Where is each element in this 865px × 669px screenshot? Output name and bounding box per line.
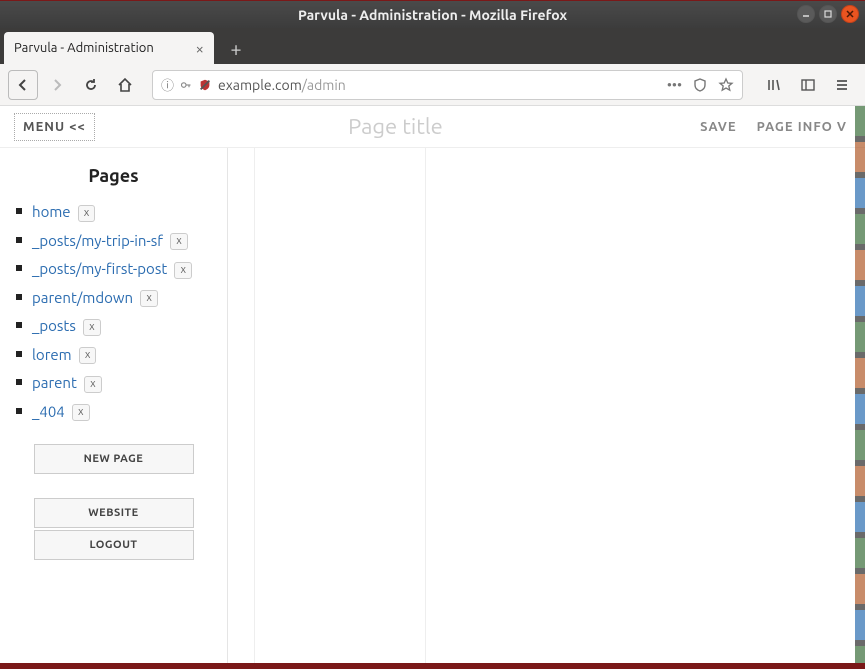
- nav-home-button[interactable]: [110, 70, 140, 100]
- logout-button[interactable]: LOGOUT: [34, 530, 194, 560]
- page-delete-button[interactable]: x: [83, 319, 101, 336]
- page-list-item: home x: [14, 198, 213, 227]
- url-bar[interactable]: ⓘ example.com/admin •••: [152, 70, 743, 100]
- sidebar: Pages home x_posts/my-trip-in-sf x_posts…: [0, 148, 228, 663]
- browser-toolbar: ⓘ example.com/admin •••: [0, 64, 865, 106]
- page-link[interactable]: parent/mdown: [32, 289, 133, 306]
- page-title-input[interactable]: Page title: [107, 114, 684, 139]
- menu-toggle-button[interactable]: MENU <<: [14, 113, 95, 141]
- tab-title: Parvula - Administration: [14, 41, 154, 55]
- page-delete-button[interactable]: x: [174, 262, 192, 279]
- key-icon: [180, 79, 192, 91]
- sidebar-toggle-icon[interactable]: [793, 70, 823, 100]
- reader-mode-icon[interactable]: [692, 77, 708, 93]
- new-tab-button[interactable]: +: [220, 32, 252, 64]
- url-text: example.com/admin: [218, 77, 346, 93]
- page-delete-button[interactable]: x: [84, 376, 102, 393]
- page-delete-button[interactable]: x: [140, 290, 158, 307]
- page-link[interactable]: lorem: [32, 346, 72, 363]
- page-actions-icon[interactable]: •••: [667, 77, 682, 93]
- window-title: Parvula - Administration - Mozilla Firef…: [298, 7, 567, 23]
- page-list-item: parent/mdown x: [14, 284, 213, 313]
- browser-tabstrip: Parvula - Administration × +: [0, 28, 865, 64]
- page-link[interactable]: _posts/my-trip-in-sf: [32, 232, 163, 249]
- page-list-item: _posts/my-first-post x: [14, 255, 213, 284]
- nav-back-button[interactable]: [8, 70, 38, 100]
- window-close-button[interactable]: [841, 5, 859, 23]
- new-page-button[interactable]: NEW PAGE: [34, 444, 194, 474]
- page-link[interactable]: home: [32, 203, 71, 220]
- app-header: MENU << Page title SAVE PAGE INFO V: [0, 106, 865, 148]
- editor-area[interactable]: [228, 148, 865, 663]
- tab-close-icon[interactable]: ×: [196, 40, 204, 57]
- browser-tab-active[interactable]: Parvula - Administration ×: [4, 32, 214, 64]
- page-list-item: parent x: [14, 369, 213, 398]
- page-link[interactable]: parent: [32, 374, 77, 391]
- pages-list: home x_posts/my-trip-in-sf x_posts/my-fi…: [14, 198, 213, 426]
- page-delete-button[interactable]: x: [79, 347, 97, 364]
- window-maximize-button[interactable]: [819, 5, 837, 23]
- page-list-item: _404 x: [14, 398, 213, 427]
- nav-forward-button[interactable]: [42, 70, 72, 100]
- os-dock-edge: [855, 106, 865, 663]
- window-minimize-button[interactable]: [797, 5, 815, 23]
- page-info-dropdown[interactable]: PAGE INFO V: [753, 114, 851, 140]
- save-button[interactable]: SAVE: [696, 114, 741, 140]
- page-delete-button[interactable]: x: [72, 404, 90, 421]
- website-button[interactable]: WEBSITE: [34, 498, 194, 528]
- bookmark-star-icon[interactable]: [718, 77, 734, 93]
- hamburger-menu-icon[interactable]: [827, 70, 857, 100]
- page-link[interactable]: _404: [32, 403, 65, 420]
- editor-paper: [254, 148, 426, 663]
- page-delete-button[interactable]: x: [78, 205, 96, 222]
- site-info-icon[interactable]: ⓘ: [161, 75, 174, 94]
- nav-reload-button[interactable]: [76, 70, 106, 100]
- os-panel-edge: [0, 663, 865, 669]
- app-root: MENU << Page title SAVE PAGE INFO V Page…: [0, 106, 865, 663]
- page-delete-button[interactable]: x: [170, 233, 188, 250]
- library-icon[interactable]: [759, 70, 789, 100]
- tracking-blocked-icon[interactable]: [198, 78, 212, 92]
- page-list-item: _posts/my-trip-in-sf x: [14, 227, 213, 256]
- page-link[interactable]: _posts: [32, 317, 76, 334]
- page-link[interactable]: _posts/my-first-post: [32, 260, 167, 277]
- page-list-item: lorem x: [14, 341, 213, 370]
- page-list-item: _posts x: [14, 312, 213, 341]
- sidebar-heading: Pages: [14, 166, 213, 186]
- os-titlebar: Parvula - Administration - Mozilla Firef…: [0, 0, 865, 28]
